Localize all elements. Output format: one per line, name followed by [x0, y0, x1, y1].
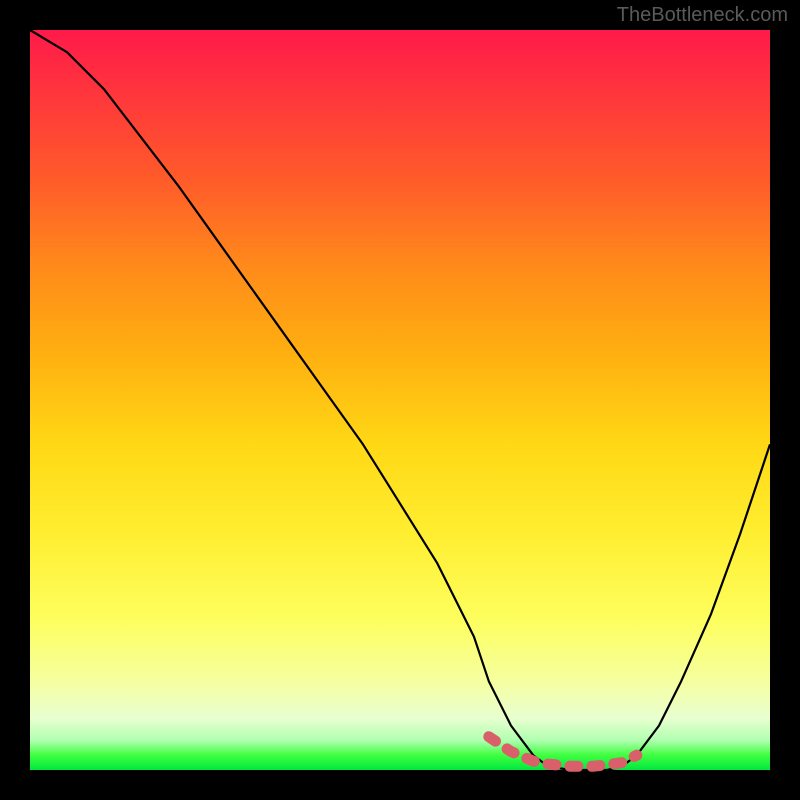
bottleneck-curve — [30, 30, 770, 770]
optimal-range-highlight — [489, 737, 637, 767]
watermark-text: TheBottleneck.com — [617, 4, 788, 27]
chart-container — [30, 30, 770, 770]
chart-svg — [30, 30, 770, 770]
